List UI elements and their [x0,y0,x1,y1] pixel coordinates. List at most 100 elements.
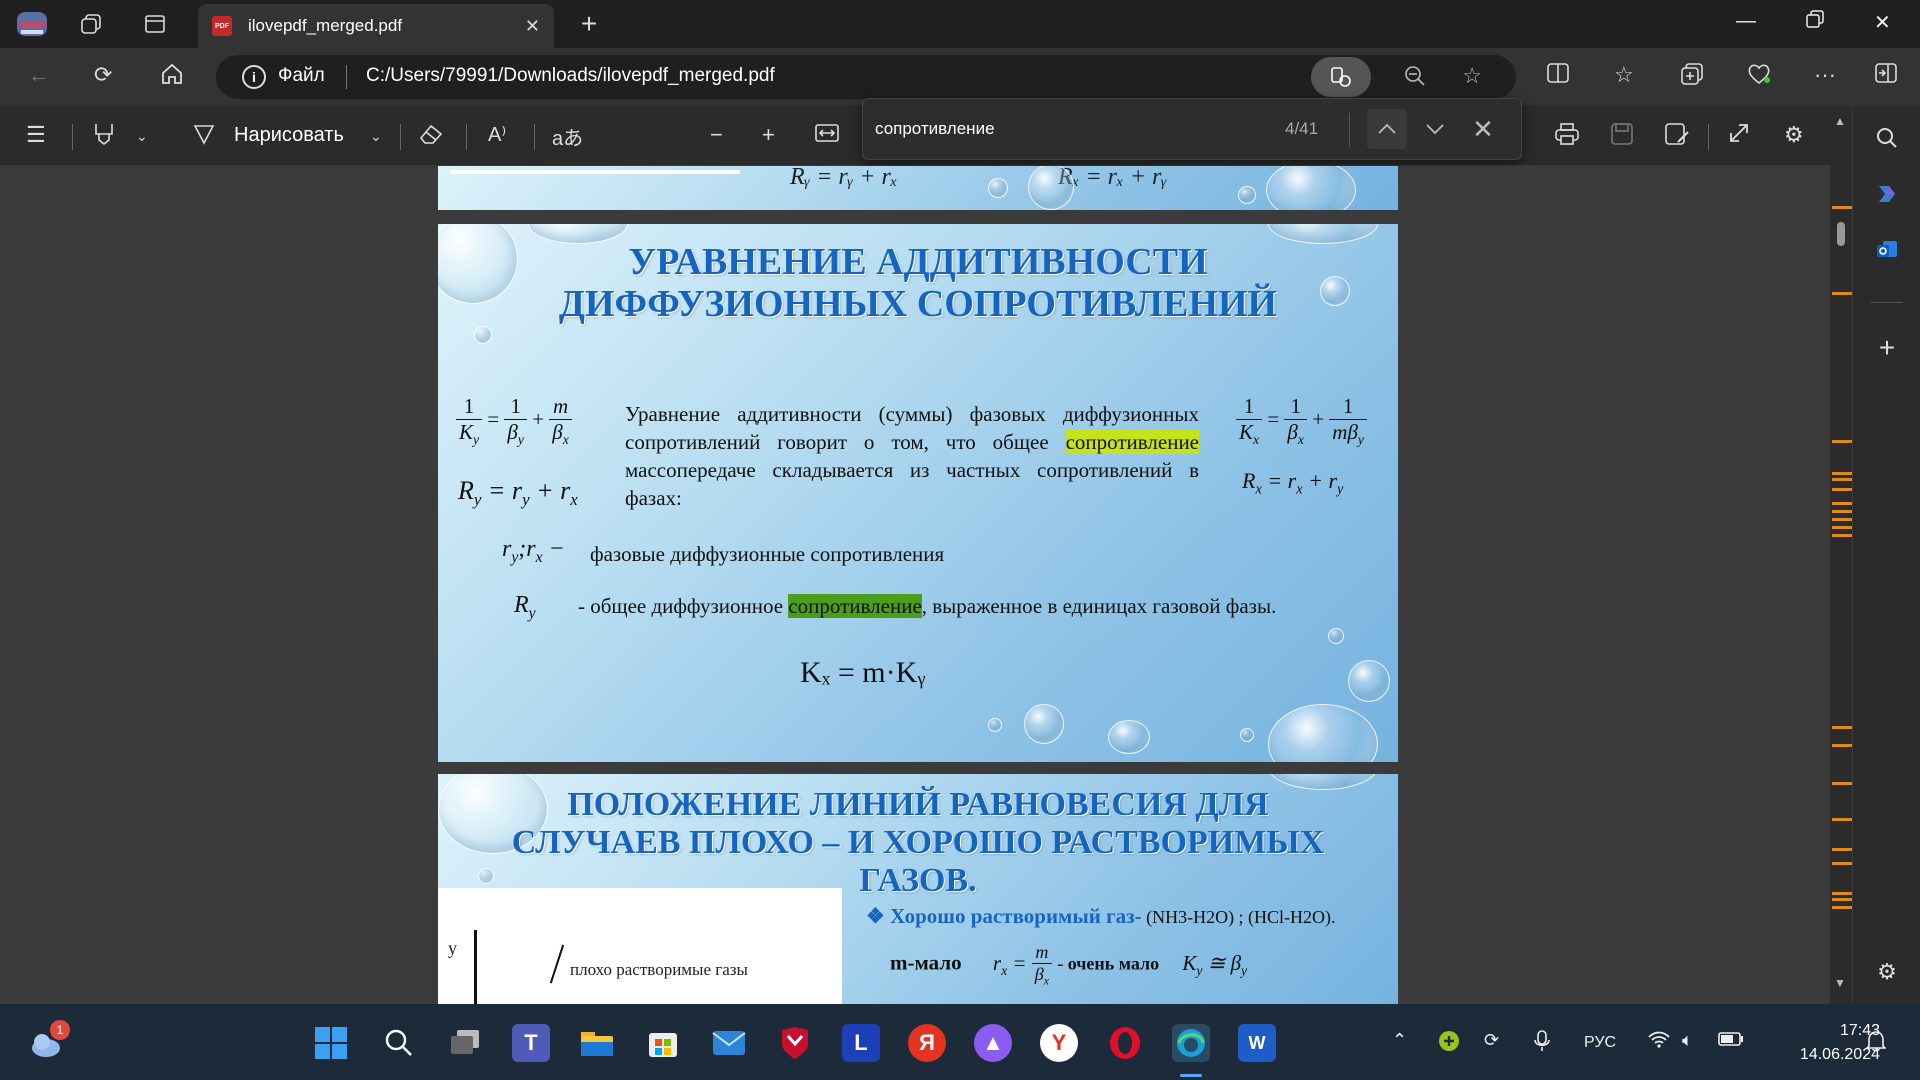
edge-icon[interactable] [1172,1024,1210,1062]
find-bar: 4/41 ✕ [862,98,1522,160]
bubble-decoration [1328,628,1344,644]
profile-avatar-icon[interactable] [10,8,54,40]
collections-icon[interactable] [1680,62,1704,92]
back-icon[interactable]: ← [28,62,50,88]
task-view-icon[interactable] [446,1024,484,1062]
find-match-marker [1832,478,1852,481]
wifi-icon[interactable] [1648,1030,1670,1053]
favorite-star-icon[interactable]: ☆ [1462,63,1482,89]
browser-essentials-icon[interactable] [1746,62,1772,92]
find-match-marker [1832,818,1852,821]
zoom-out-icon[interactable]: − [710,122,723,148]
settings-gear-icon[interactable]: ⚙ [1784,122,1804,148]
word-icon[interactable]: W [1238,1024,1276,1062]
translate-icon[interactable]: aあ [552,122,583,151]
alice-icon[interactable]: ▲ [974,1024,1012,1062]
find-previous-icon[interactable] [1367,109,1407,149]
save-icon[interactable] [1610,122,1634,152]
url-field[interactable]: i Файл C:/Users/79991/Downloads/ilovepdf… [216,55,1516,99]
language-indicator[interactable]: РУС [1584,1034,1616,1052]
opera-icon[interactable] [1106,1024,1144,1062]
scroll-down-icon[interactable]: ▼ [1834,976,1846,990]
fullscreen-icon[interactable] [1728,122,1750,150]
zoom-in-icon[interactable]: + [762,122,775,148]
sidebar-toggle-icon[interactable] [1874,62,1898,90]
formula-r-symbols: ry;rx − [502,536,565,566]
close-window-icon[interactable]: ✕ [1874,10,1891,35]
find-match-marker [1832,502,1852,505]
yandex-browser-icon[interactable]: Y [1040,1024,1078,1062]
find-next-icon[interactable] [1415,109,1455,149]
outlook-icon[interactable] [1871,234,1903,266]
file-explorer-icon[interactable] [578,1024,616,1062]
formula: Rₓ = rₓ + rᵧ [1058,166,1167,190]
teams-icon[interactable]: T [512,1024,550,1062]
info-icon[interactable]: i [242,65,266,89]
sidebar-settings-icon[interactable]: ⚙ [1871,956,1903,988]
new-tab-icon[interactable]: + [572,8,606,40]
refresh-icon[interactable]: ⟳ [94,62,112,88]
url-separator [346,65,347,89]
scroll-up-icon[interactable]: ▲ [1834,114,1846,128]
tray-overflow-icon[interactable]: ⌃ [1392,1030,1407,1051]
lingualeo-icon[interactable]: L [842,1024,880,1062]
restore-icon[interactable] [1806,10,1824,34]
url-text[interactable]: C:/Users/79991/Downloads/ilovepdf_merged… [366,65,775,87]
tab-title: ilovepdf_merged.pdf [248,16,403,35]
workspaces-icon[interactable] [74,8,108,40]
tab-actions-icon[interactable] [138,8,172,40]
find-match-marker [1832,892,1852,895]
find-match-marker [1832,510,1852,513]
minimize-icon[interactable]: — [1736,10,1756,33]
zoom-icon[interactable] [1404,65,1426,93]
contents-icon[interactable]: ☰ [26,122,46,148]
find-separator [1349,113,1350,147]
immersive-reader-icon[interactable] [1311,57,1371,97]
read-aloud-icon[interactable]: A⁾ [488,122,506,147]
draw-label[interactable]: Нарисовать [234,124,344,147]
print-icon[interactable] [1554,122,1580,152]
home-icon[interactable] [160,62,184,92]
vertical-scrollbar[interactable]: ▲ ▼ [1830,106,1852,1004]
bubble-decoration [1240,728,1254,742]
battery-icon[interactable] [1718,1030,1744,1051]
edge-sidebar: + ⚙ [1852,106,1920,1004]
favorites-icon[interactable]: ☆ [1614,62,1634,88]
formula-bottom: Kₓ = m·Kᵧ [800,656,926,689]
scrollbar-thumb[interactable] [1837,222,1845,246]
microphone-icon[interactable] [1534,1030,1550,1057]
highlight-dropdown-icon[interactable]: ⌄ [136,128,148,145]
slide-title: ДИФФУЗИОННЫХ СОПРОТИВЛЕНИЙ [558,283,1278,325]
tab-close-icon[interactable]: ✕ [525,16,540,37]
pdf-icon: PDF [212,16,232,36]
more-options-icon[interactable]: ··· [1814,62,1836,88]
mail-icon[interactable] [710,1024,748,1062]
slide-title: СЛУЧАЕВ ПЛОХО – И ХОРОШО РАСТВОРИМЫХ [511,824,1325,861]
tray-app-icon[interactable] [1438,1030,1460,1057]
antivirus-icon[interactable] [776,1024,814,1062]
sync-icon[interactable]: ⟳ [1484,1030,1499,1051]
volume-icon[interactable]: 🔈︎ [1682,1030,1693,1051]
toolbar-separator [466,124,467,150]
notifications-bell-icon[interactable] [1865,1030,1887,1057]
start-windows-icon[interactable] [312,1024,350,1062]
tab-active[interactable]: PDF ilovepdf_merged.pdf ✕ [198,4,554,48]
yandex-icon[interactable]: Я [908,1024,946,1062]
highlight-icon[interactable] [92,122,116,152]
find-match-marker [1832,862,1852,865]
split-screen-icon[interactable] [1546,62,1570,90]
pdf-viewer[interactable]: Rᵧ = rᵧ + rₓ Rₓ = rₓ + rᵧ УРАВНЕНИЕ АДДИ… [0,166,1830,1004]
eraser-icon[interactable] [418,122,444,152]
taskbar-search-icon[interactable] [380,1024,418,1062]
clock-date[interactable]: 14.06.2024 [1760,1046,1880,1064]
search-icon[interactable] [1871,122,1903,154]
add-sidebar-app-icon[interactable]: + [1871,332,1903,364]
bullet-point: ❖ Хорошо растворимый газ- (NH3-H2O) ; (H… [866,904,1336,928]
copilot-icon[interactable] [1871,178,1903,210]
draw-icon[interactable] [192,122,216,152]
find-close-icon[interactable]: ✕ [1463,109,1503,149]
save-as-icon[interactable] [1664,122,1690,152]
draw-dropdown-icon[interactable]: ⌄ [370,128,382,145]
ms-store-icon[interactable] [644,1024,682,1062]
fit-width-icon[interactable] [814,122,840,150]
